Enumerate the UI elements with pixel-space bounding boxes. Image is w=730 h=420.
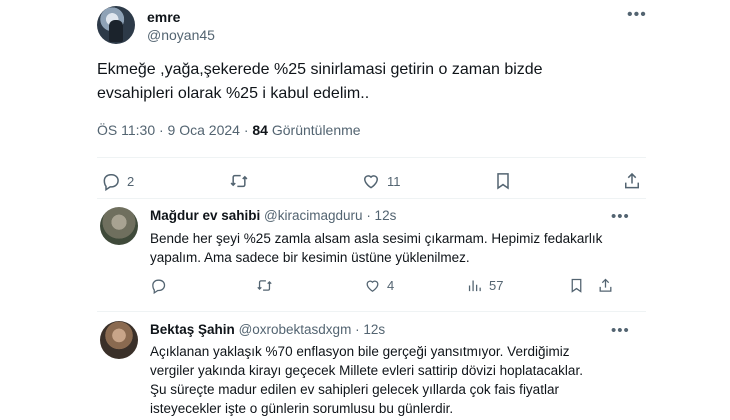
reply-text-line: Açıklanan yaklaşık %70 enflasyon bile ge… [150, 344, 570, 359]
tweet-text-line: Ekmeğe ,yağa,şekerede %25 sinirlamasi ge… [97, 61, 543, 78]
author-name[interactable]: emre [147, 9, 180, 25]
tweet-thread: emre @noyan45 ••• Ekmeğe ,yağa,şekerede … [84, 0, 646, 420]
tweet-text-line: evsahipleri olarak %25 i kabul edelim.. [97, 85, 370, 102]
tweet-timestamp[interactable]: ÖS 11:30 · 9 Oca 2024 · [97, 122, 249, 138]
author-name[interactable]: Mağdur ev sahibi [150, 208, 260, 223]
author-handle[interactable]: @kiracimagduru [264, 208, 363, 223]
bookmark-button[interactable] [493, 171, 513, 191]
divider [97, 198, 646, 199]
bookmark-icon [571, 278, 582, 293]
reply-header: Bektaş Şahin @oxrobektasdxgm · 12s [150, 322, 385, 337]
reply-text-line: Şu süreçte madur edilen ev sahipleri gel… [150, 382, 559, 397]
views-count: 57 [489, 278, 504, 293]
share-icon [625, 172, 639, 189]
reply-button[interactable]: 2 [101, 171, 134, 191]
reply-time[interactable]: · 12s [355, 322, 385, 337]
reply-icon [152, 279, 166, 294]
bookmark-button[interactable] [568, 277, 585, 294]
tweet-text: Ekmeğe ,yağa,şekerede %25 sinirlamasi ge… [97, 58, 617, 106]
reply-header: Mağdur ev sahibi @kiracimagduru · 12s [150, 208, 396, 223]
heart-icon [366, 280, 379, 292]
views-label: Görüntülenme [271, 122, 361, 138]
divider [97, 311, 646, 312]
reply-count: 2 [127, 173, 135, 189]
tweet-actions: 2 11 [97, 171, 639, 195]
share-button[interactable] [622, 171, 642, 191]
retweet-button[interactable] [256, 277, 279, 294]
avatar[interactable] [100, 207, 138, 245]
share-icon [599, 278, 612, 292]
more-options-icon[interactable]: ••• [611, 322, 630, 339]
heart-icon [363, 175, 379, 189]
analytics-icon [468, 280, 481, 292]
reply-text-line: vergiler yakında kirayı geçecek Millete … [150, 363, 583, 378]
reply-button[interactable] [150, 277, 173, 294]
more-options-icon[interactable]: ••• [627, 6, 647, 24]
bookmark-icon [497, 173, 509, 190]
reply-text: Açıklanan yaklaşık %70 enflasyon bile ge… [150, 342, 634, 418]
share-button[interactable] [597, 277, 614, 294]
reply-icon [103, 174, 119, 191]
reply-text-line: isteyecekler işte o günlerin sorumlusu b… [150, 401, 454, 416]
tweet-meta: ÖS 11:30 · 9 Oca 2024 · 84 Görüntülenme [97, 122, 361, 138]
retweet-button[interactable] [229, 171, 255, 191]
like-count: 11 [387, 173, 401, 189]
like-button[interactable]: 4 [364, 277, 394, 294]
retweet-icon [257, 280, 272, 291]
author-name[interactable]: Bektaş Şahin [150, 322, 235, 337]
reply-text-line: yapalım. Ama sadece bir kesimin üstüne y… [150, 250, 470, 265]
reply-text: Bende her şeyi %25 zamla alsam asla sesi… [150, 229, 634, 267]
retweet-icon [230, 174, 248, 188]
author-handle[interactable]: @noyan45 [147, 27, 215, 43]
divider [97, 157, 646, 158]
views-count: 84 [252, 122, 268, 138]
author-handle[interactable]: @oxrobektasdxgm [239, 322, 352, 337]
reply-text-line: Bende her şeyi %25 zamla alsam asla sesi… [150, 231, 603, 246]
avatar[interactable] [97, 6, 135, 44]
avatar[interactable] [100, 321, 138, 359]
reply-time[interactable]: · 12s [366, 208, 396, 223]
views-button[interactable]: 57 [466, 277, 503, 294]
more-options-icon[interactable]: ••• [611, 208, 630, 225]
like-button[interactable]: 11 [361, 171, 401, 191]
like-count: 4 [387, 278, 395, 293]
reply-actions: 4 57 [150, 277, 634, 301]
